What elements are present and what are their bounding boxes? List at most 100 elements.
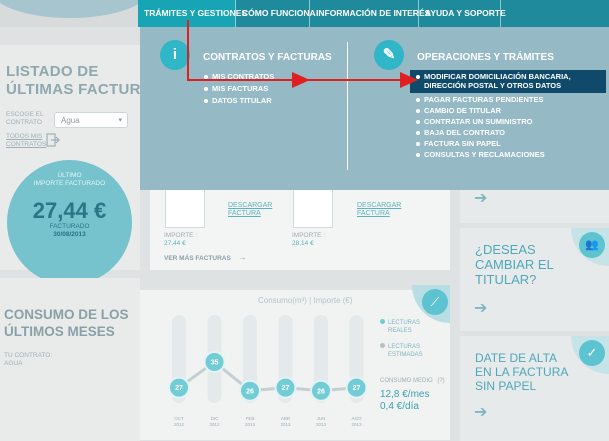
tab-ayuda[interactable]: Ayuda y soporte: [419, 0, 506, 27]
amount-value: 28,14 €: [292, 240, 314, 247]
paperless-title: Date de alta en la factura sin papel: [475, 351, 568, 393]
title-line: en la factura: [475, 365, 569, 379]
x-tick-label: DIC: [211, 416, 220, 421]
chart-title: Consumo(m³) | Importe (€): [258, 296, 353, 305]
title-line: Date de alta: [475, 351, 558, 365]
title-line: sin papel: [475, 379, 537, 393]
consumption-contract: tu contrato: agua: [4, 352, 52, 368]
x-tick-year: 2013: [351, 422, 362, 427]
amount-label: Importe :: [164, 232, 198, 239]
change-holder-title: ¿Deseas cambiar el titular?: [475, 242, 554, 287]
help-icon[interactable]: (?): [437, 378, 444, 384]
arrow-right-icon[interactable]: ➔: [474, 188, 487, 208]
label-line: Escoge el: [6, 111, 44, 118]
legend-estimated: Lecturas estimadas: [380, 343, 428, 359]
menu-consultas[interactable]: Consultas y reclamaciones: [415, 150, 545, 159]
x-tick-label: JUN: [317, 416, 326, 421]
invoice-amount: Importe : 28,14 €: [292, 232, 325, 248]
last-amount-label: Último importe facturado: [7, 172, 132, 188]
menu-datos-titular[interactable]: Datos titular: [203, 96, 272, 105]
x-tick-label: FEB: [246, 416, 255, 421]
link-line: Descargar: [228, 202, 273, 209]
more-label: Ver más facturas: [164, 255, 231, 262]
last-amount-value: 27,44 €: [32, 198, 107, 223]
x-tick-year: 2012: [209, 422, 220, 427]
invoice-thumbnail[interactable]: [293, 188, 333, 228]
menu-baja-contrato[interactable]: Baja del contrato: [415, 128, 505, 137]
data-label: 26: [317, 388, 325, 395]
data-label: 27: [175, 385, 183, 392]
legend-real: Lecturas reales: [380, 319, 428, 335]
title-line: últimas facturas: [6, 81, 163, 98]
data-label: 35: [211, 360, 219, 367]
more-invoices-link[interactable]: Ver más facturas →: [164, 253, 247, 262]
chevron-down-icon: ▾: [118, 117, 122, 124]
link-line: todos mis: [6, 133, 43, 140]
line-chart-icon: ⟋: [422, 289, 448, 315]
label-line: contrato: [6, 119, 42, 126]
menu-pagar-facturas[interactable]: Pagar facturas pendientes: [415, 95, 543, 104]
select-value: Agua: [61, 116, 80, 125]
check-icon: ✓: [579, 340, 605, 366]
title-line: titular?: [475, 272, 537, 287]
link-line: contratos: [6, 141, 47, 148]
last-invoices-title: Listado de últimas facturas: [6, 63, 162, 99]
avg-day: 0,4 €/día: [380, 401, 419, 412]
arrow-right-icon[interactable]: ➔: [474, 402, 487, 422]
chart-title-text: Consumo(m³) | Importe (€): [258, 296, 353, 305]
billed-label: facturado: [49, 223, 90, 230]
download-invoice-link[interactable]: Descargar factura: [228, 202, 272, 218]
billed-date-value: 30/08/2013: [53, 231, 86, 238]
x-tick-label: AGO: [351, 416, 362, 421]
link-line: factura: [228, 210, 261, 217]
legend-label: Lecturas estimadas: [388, 344, 423, 358]
arrow-right-icon: →: [238, 253, 247, 262]
avg-consumption-values: 12,8 €/mes 0,4 €/día: [380, 389, 429, 413]
contract-value: agua: [4, 360, 23, 367]
billed-date: facturado 30/08/2013: [7, 223, 132, 239]
legend-label: Lecturas reales: [388, 320, 421, 334]
title-line: ¿Deseas: [475, 242, 536, 257]
x-tick-year: 2013: [316, 422, 327, 427]
legend-dot: [380, 319, 385, 324]
logout-icon[interactable]: [46, 133, 60, 147]
amount-value: 27,44 €: [164, 240, 186, 247]
consumption-chart: 27OCT201235DIC201226FEB201327ABR201326JU…: [168, 315, 368, 427]
link-line: factura: [357, 210, 390, 217]
link-line: Descargar: [357, 202, 402, 209]
x-tick-label: ABR: [281, 416, 291, 421]
x-tick-year: 2013: [280, 422, 291, 427]
contract-label: tu contrato:: [4, 352, 53, 359]
data-label: 27: [282, 385, 290, 392]
menu-contratar-suministro[interactable]: Contratar un suministro: [415, 117, 532, 126]
title-line: últimos meses: [4, 324, 115, 339]
label-line: Último: [57, 172, 82, 179]
arrow-right-icon[interactable]: ➔: [474, 298, 487, 318]
invoice-amount: Importe : 27,44 €: [164, 232, 197, 248]
avg-consumption-label: Consumo medio (?): [380, 378, 445, 384]
avg-month: 12,8 €/mes: [380, 389, 430, 400]
x-tick-year: 2012: [174, 422, 185, 427]
legend-dot: [380, 343, 385, 348]
x-tick-label: OCT: [174, 416, 184, 421]
menu-modificar-domiciliacion[interactable]: Modificar domiciliación bancaria, direcc…: [415, 72, 605, 90]
title-line: Listado de: [6, 63, 99, 80]
title-line: Consumo de los: [4, 307, 129, 322]
col2-title: Operaciones y trámites: [417, 52, 554, 63]
annotation-arrow: [187, 20, 418, 88]
menu-cambio-titular[interactable]: Cambio de titular: [415, 106, 501, 115]
data-label: 26: [246, 388, 254, 395]
consumption-title: Consumo de los últimos meses: [4, 306, 129, 340]
amount-label: Importe :: [292, 232, 326, 239]
all-contracts-link[interactable]: todos mis contratos: [6, 133, 46, 149]
label-line: importe facturado: [33, 180, 106, 187]
menu-factura-sin-papel[interactable]: Factura sin papel: [415, 139, 501, 148]
users-icon: 👥: [579, 232, 605, 258]
avg-label: Consumo medio: [380, 378, 433, 384]
data-label: 27: [353, 385, 361, 392]
invoice-thumbnail[interactable]: [165, 188, 205, 228]
contract-select[interactable]: Agua ▾: [54, 112, 128, 128]
x-tick-year: 2013: [245, 422, 256, 427]
choose-contract-label: Escoge el contrato: [6, 111, 44, 127]
download-invoice-link[interactable]: Descargar factura: [357, 202, 401, 218]
